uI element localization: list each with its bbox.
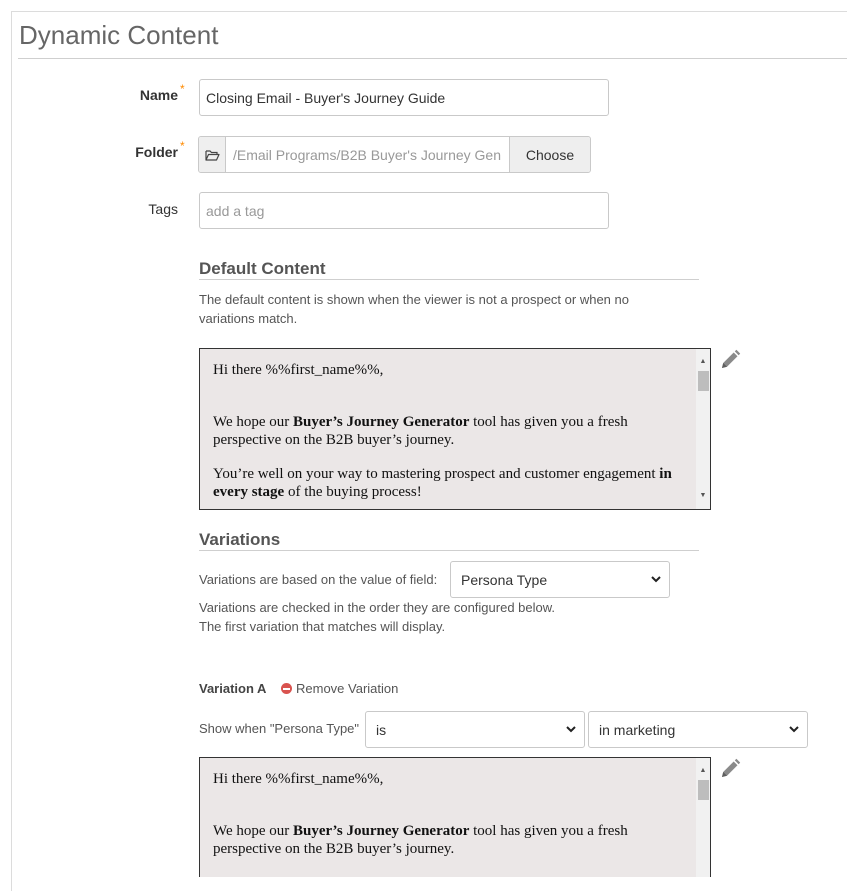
chevron-down-icon [651, 576, 661, 583]
variations-heading: Variations [199, 530, 281, 549]
folder-label: Folder [135, 144, 178, 160]
page-title: Dynamic Content [19, 20, 219, 50]
default-content-help: The default content is shown when the vi… [199, 290, 629, 328]
scroll-thumb[interactable] [698, 780, 709, 800]
editor-paragraph: We hope our Buyer’s Journey Generator to… [213, 414, 628, 448]
variation-a-label: Variation A [199, 681, 267, 696]
editor-paragraph: You’re well on your way to mastering pro… [213, 466, 672, 500]
choose-folder-button[interactable]: Choose [509, 137, 590, 172]
variation-operator-value: is [376, 721, 387, 738]
pencil-icon[interactable] [718, 757, 742, 781]
default-content-body: Hi there %%first_name%%, We hope our Buy… [213, 361, 693, 509]
variation-condition-label: Show when "Persona Type" [199, 721, 360, 736]
title-divider [18, 58, 847, 59]
variations-field-label: Variations are based on the value of fie… [199, 572, 438, 587]
folder-open-icon [199, 137, 226, 172]
remove-variation-label: Remove Variation [296, 681, 399, 696]
minus-circle-icon [281, 683, 292, 694]
variations-help-line1: Variations are checked in the order they… [199, 600, 556, 615]
scroll-thumb[interactable] [698, 371, 709, 391]
chevron-down-icon [566, 726, 576, 733]
editor-greeting: Hi there %%first_name%%, [213, 771, 384, 787]
default-content-divider [199, 279, 699, 280]
default-content-help-line2: variations match. [199, 311, 298, 326]
name-required-marker: * [180, 82, 185, 96]
variation-operator-select[interactable]: is [365, 711, 585, 748]
pencil-icon[interactable] [718, 348, 742, 372]
persona-field-value: Persona Type [461, 571, 548, 588]
persona-field-select[interactable]: Persona Type [450, 561, 670, 598]
scroll-down-icon[interactable]: ▼ [696, 491, 710, 501]
variations-divider [199, 550, 699, 551]
editor-scrollbar[interactable]: ▲ [696, 758, 710, 877]
remove-variation-button[interactable]: Remove Variation [281, 681, 398, 696]
chevron-down-icon [789, 726, 799, 733]
scroll-up-icon[interactable]: ▲ [696, 766, 710, 776]
default-content-help-line1: The default content is shown when the vi… [199, 292, 629, 307]
name-label: Name [139, 87, 178, 103]
variation-a-body: Hi there %%first_name%%, We hope our Buy… [213, 770, 693, 874]
variation-value-select[interactable]: in marketing [588, 711, 808, 748]
default-content-heading: Default Content [199, 259, 326, 278]
scroll-up-icon[interactable]: ▲ [696, 357, 710, 367]
editor-paragraph: We hope our Buyer’s Journey Generator to… [213, 823, 628, 857]
editor-scrollbar[interactable]: ▲ ▼ [696, 349, 710, 509]
tags-label: Tags [148, 201, 178, 217]
folder-picker: /Email Programs/B2B Buyer's Journey Gen … [198, 136, 591, 173]
variation-value: in marketing [599, 721, 676, 738]
folder-path-input[interactable]: /Email Programs/B2B Buyer's Journey Gen [226, 137, 509, 172]
default-content-editor[interactable]: Hi there %%first_name%%, We hope our Buy… [199, 348, 711, 510]
variation-a-editor[interactable]: Hi there %%first_name%%, We hope our Buy… [199, 757, 711, 877]
folder-required-marker: * [180, 139, 185, 153]
editor-greeting: Hi there %%first_name%%, [213, 362, 384, 378]
variations-help-line2: The first variation that matches will di… [199, 619, 446, 634]
variations-help: Variations are checked in the order they… [199, 598, 555, 636]
tags-input[interactable] [199, 192, 609, 229]
name-input[interactable] [199, 79, 609, 116]
